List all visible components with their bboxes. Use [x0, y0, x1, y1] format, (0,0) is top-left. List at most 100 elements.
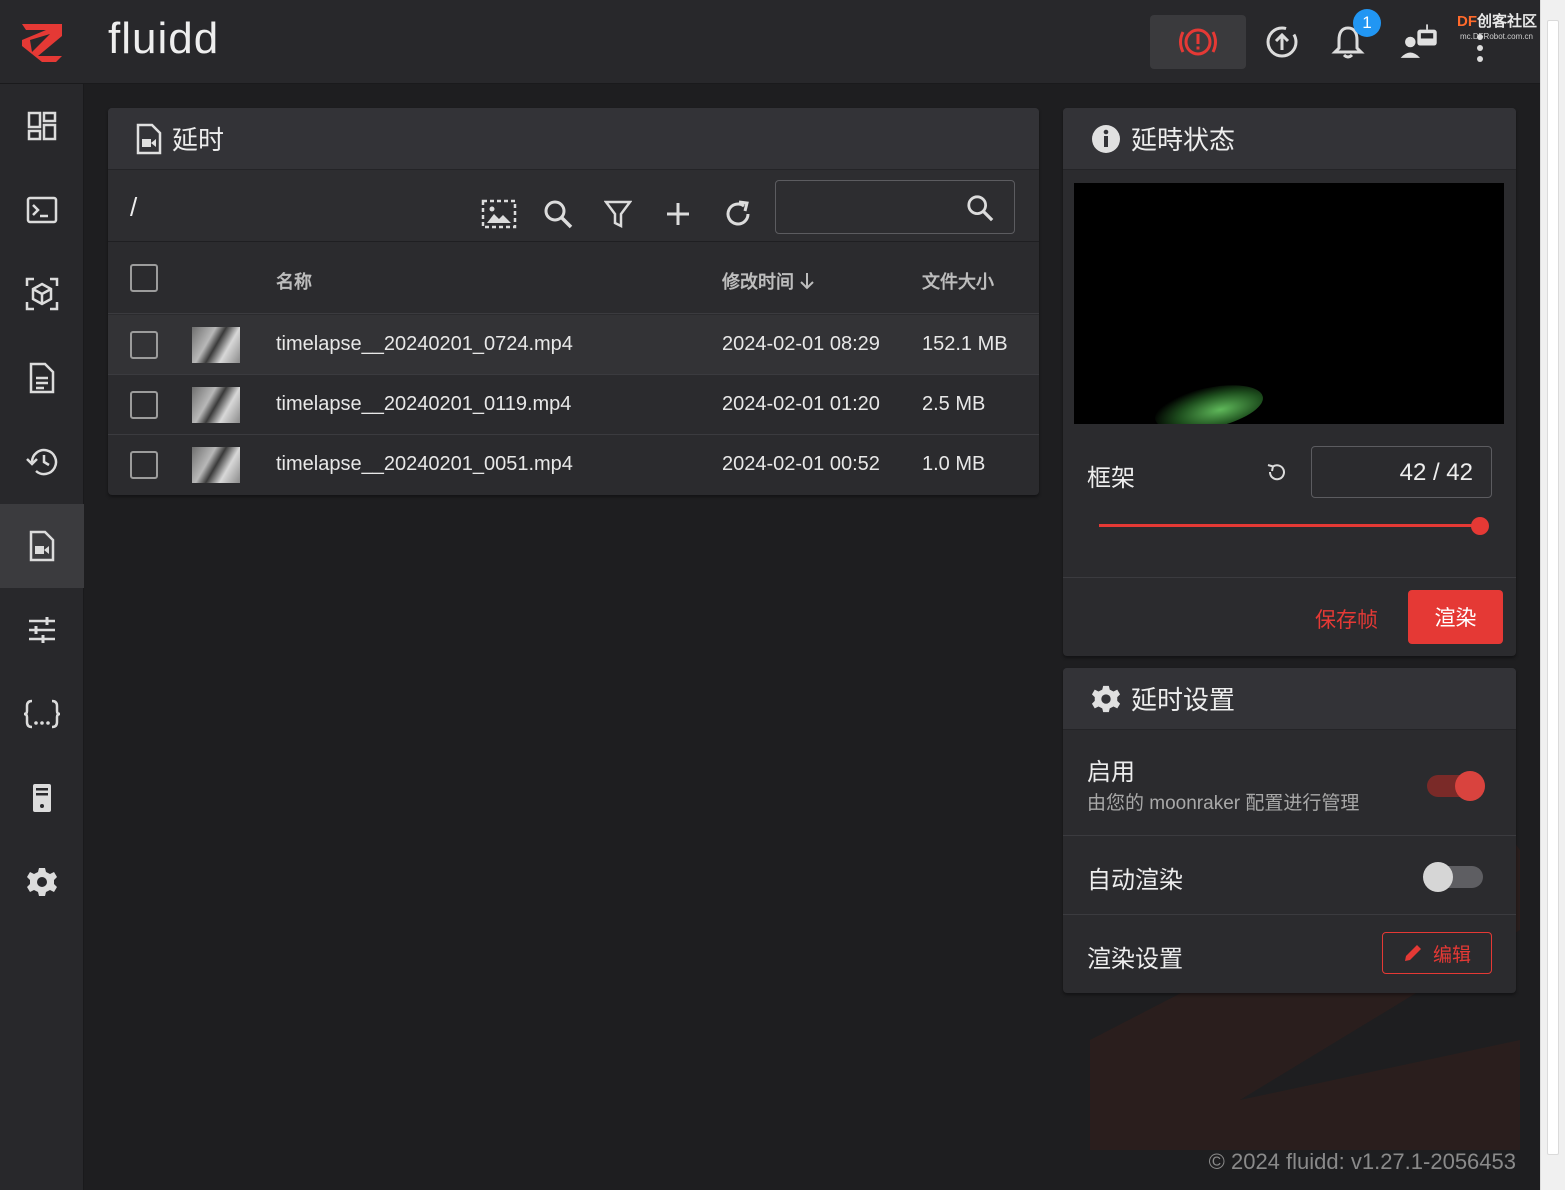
save-frame-button[interactable]: 保存帧	[1315, 604, 1378, 634]
nav-macros[interactable]	[0, 672, 84, 756]
video-thumbnail	[192, 387, 240, 423]
search-toggle-button[interactable]	[534, 190, 582, 238]
scrollbar-thumb[interactable]	[1547, 20, 1559, 1155]
autorender-toggle[interactable]	[1423, 862, 1483, 892]
row-checkbox[interactable]	[130, 391, 158, 419]
frame-value: 42 / 42	[1399, 459, 1473, 486]
nav-console[interactable]	[0, 168, 84, 252]
upload-circle-icon	[1266, 26, 1298, 58]
file-modified: 2024-02-01 01:20	[722, 393, 880, 415]
file-name: timelapse__20240201_0051.mp4	[276, 453, 573, 475]
filter-button[interactable]	[594, 190, 642, 238]
file-video-icon	[29, 530, 55, 562]
refresh-button[interactable]	[714, 190, 762, 238]
frame-input[interactable]: 42 / 42	[1311, 446, 1492, 498]
nav-timelapse[interactable]	[0, 504, 84, 588]
file-name: timelapse__20240201_0724.mp4	[276, 333, 573, 355]
render-settings-label: 渲染设置	[1087, 946, 1183, 973]
emergency-stop-icon	[1179, 28, 1217, 56]
add-button[interactable]	[654, 190, 702, 238]
timelapse-preview-image	[1074, 183, 1504, 424]
file-size: 1.0 MB	[922, 453, 986, 475]
nav-3d-viewer[interactable]	[0, 252, 84, 336]
status-card-header: 延時状态	[1063, 108, 1516, 170]
frame-slider-thumb[interactable]	[1471, 517, 1489, 535]
arrow-down-icon	[800, 273, 814, 290]
plus-icon	[667, 203, 689, 225]
dashboard-icon	[27, 111, 57, 141]
file-document-icon	[29, 362, 55, 394]
nav-history[interactable]	[0, 420, 84, 504]
app-title: fluidd	[108, 14, 220, 63]
nav-tune[interactable]	[0, 588, 84, 672]
file-name: timelapse__20240201_0119.mp4	[276, 393, 572, 415]
timelapse-settings-card: 延时设置 启用 由您的 moonraker 配置进行管理 自动渲染 渲染设置 编…	[1063, 668, 1516, 993]
files-table-header: 名称 修改时间 文件大小	[108, 250, 1039, 314]
breadcrumb-path[interactable]: /	[130, 192, 137, 223]
server-icon	[33, 784, 51, 812]
file-video-icon	[136, 123, 162, 155]
code-braces-icon	[23, 699, 61, 729]
file-size: 2.5 MB	[922, 393, 986, 415]
file-modified: 2024-02-01 08:29	[722, 333, 880, 355]
render-button[interactable]: 渲染	[1408, 590, 1503, 644]
restore-icon	[1267, 464, 1285, 481]
history-icon	[26, 448, 58, 476]
page-scrollbar[interactable]	[1540, 0, 1565, 1190]
gear-icon	[27, 868, 57, 896]
user-menu-button[interactable]	[1398, 20, 1442, 64]
emergency-stop-button[interactable]	[1150, 15, 1246, 69]
search-icon	[966, 194, 994, 227]
edit-render-settings-button[interactable]: 编辑	[1382, 932, 1492, 974]
nav-jobs[interactable]	[0, 336, 84, 420]
file-search-field[interactable]	[775, 180, 1015, 234]
info-icon	[1091, 124, 1121, 154]
console-icon	[26, 196, 58, 224]
more-menu-button[interactable]	[1458, 26, 1502, 70]
enable-description: 由您的 moonraker 配置进行管理	[1087, 793, 1360, 814]
timelapse-files-card: 延时 / 名称 修改时间 文件大小 timelapse__20240201_07…	[108, 108, 1039, 495]
row-checkbox[interactable]	[130, 451, 158, 479]
toggle-thumbnails-button[interactable]	[475, 190, 523, 238]
files-card-title: 延时	[172, 125, 225, 155]
table-row[interactable]: timelapse__20240201_0724.mp4 2024-02-01 …	[108, 315, 1039, 375]
nav-system[interactable]	[0, 756, 84, 840]
more-vertical-icon	[1477, 34, 1483, 62]
image-frame-icon	[481, 199, 517, 229]
pencil-icon	[1404, 945, 1421, 961]
file-size: 152.1 MB	[922, 333, 1008, 355]
cube-scan-icon	[25, 277, 59, 311]
robot-user-icon	[1400, 24, 1437, 58]
tune-icon	[29, 617, 55, 643]
filter-icon	[604, 200, 632, 229]
footer-version: © 2024 fluidd: v1.27.1-2056453	[1208, 1149, 1516, 1174]
file-modified: 2024-02-01 00:52	[722, 453, 880, 475]
video-thumbnail	[192, 447, 240, 483]
settings-card-header: 延时设置	[1063, 668, 1516, 730]
file-search-input[interactable]	[786, 191, 956, 223]
table-row[interactable]: timelapse__20240201_0051.mp4 2024-02-01 …	[108, 435, 1039, 495]
enable-label: 启用	[1087, 759, 1135, 786]
nav-dashboard[interactable]	[0, 84, 84, 168]
upload-button[interactable]	[1260, 20, 1304, 64]
column-header-modified[interactable]: 修改时间	[722, 268, 816, 294]
sidebar-nav	[0, 84, 84, 1190]
fluidd-logo[interactable]	[0, 0, 84, 84]
status-card-title: 延時状态	[1131, 125, 1236, 155]
enable-toggle[interactable]	[1427, 771, 1485, 801]
select-all-checkbox[interactable]	[130, 264, 158, 292]
files-card-header: 延时	[108, 108, 1039, 170]
row-checkbox[interactable]	[130, 331, 158, 359]
column-header-size[interactable]: 文件大小	[922, 268, 994, 294]
video-thumbnail	[192, 327, 240, 363]
refresh-icon	[726, 200, 750, 226]
column-header-name[interactable]: 名称	[276, 268, 312, 294]
table-row[interactable]: timelapse__20240201_0119.mp4 2024-02-01 …	[108, 375, 1039, 435]
nav-settings[interactable]	[0, 840, 84, 924]
settings-card-title: 延时设置	[1131, 685, 1236, 715]
frame-slider-track[interactable]	[1099, 524, 1482, 527]
autorender-label: 自动渲染	[1087, 867, 1183, 894]
search-icon	[544, 200, 573, 229]
reset-frame-button[interactable]	[1265, 460, 1289, 489]
gear-icon	[1091, 684, 1121, 714]
